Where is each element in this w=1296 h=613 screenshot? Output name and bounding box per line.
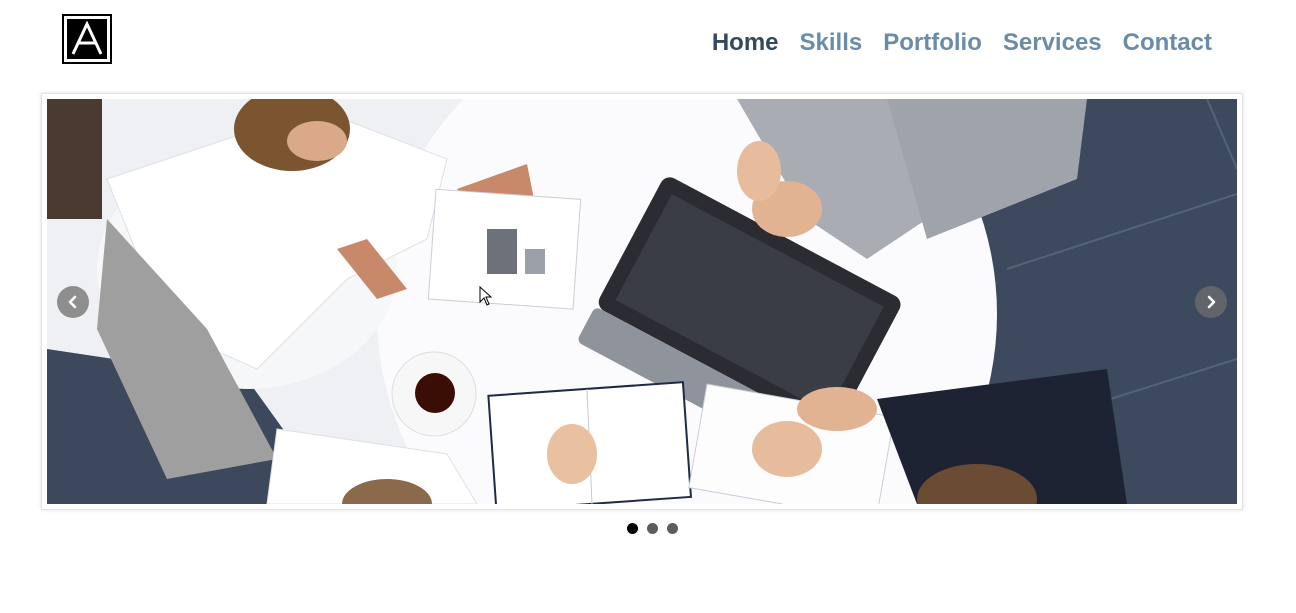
nav-portfolio[interactable]: Portfolio [883, 29, 982, 57]
site-logo[interactable] [62, 14, 112, 64]
slider-pagination [0, 523, 1296, 534]
nav-services[interactable]: Services [1003, 29, 1102, 57]
logo-mark [67, 19, 107, 59]
meeting-illustration [47, 99, 1237, 504]
slider-next-button[interactable] [1195, 286, 1227, 318]
slider-prev-button[interactable] [57, 286, 89, 318]
nav-contact[interactable]: Contact [1123, 29, 1212, 57]
slider-dot-2[interactable] [646, 523, 658, 534]
hero-slider [41, 93, 1243, 510]
slider-dot-3[interactable] [666, 523, 678, 534]
site-header: Home Skills Portfolio Services Contact [0, 0, 1296, 90]
chevron-right-icon [1207, 295, 1216, 309]
slide-image-business-meeting [47, 99, 1237, 504]
nav-skills[interactable]: Skills [800, 29, 863, 57]
nav-home[interactable]: Home [712, 29, 779, 57]
main-nav: Home Skills Portfolio Services Contact [712, 29, 1212, 57]
mouse-cursor-icon [479, 286, 493, 306]
chevron-left-icon [68, 295, 77, 309]
slider-dot-1[interactable] [626, 523, 638, 534]
logo-letter-icon [71, 21, 103, 55]
